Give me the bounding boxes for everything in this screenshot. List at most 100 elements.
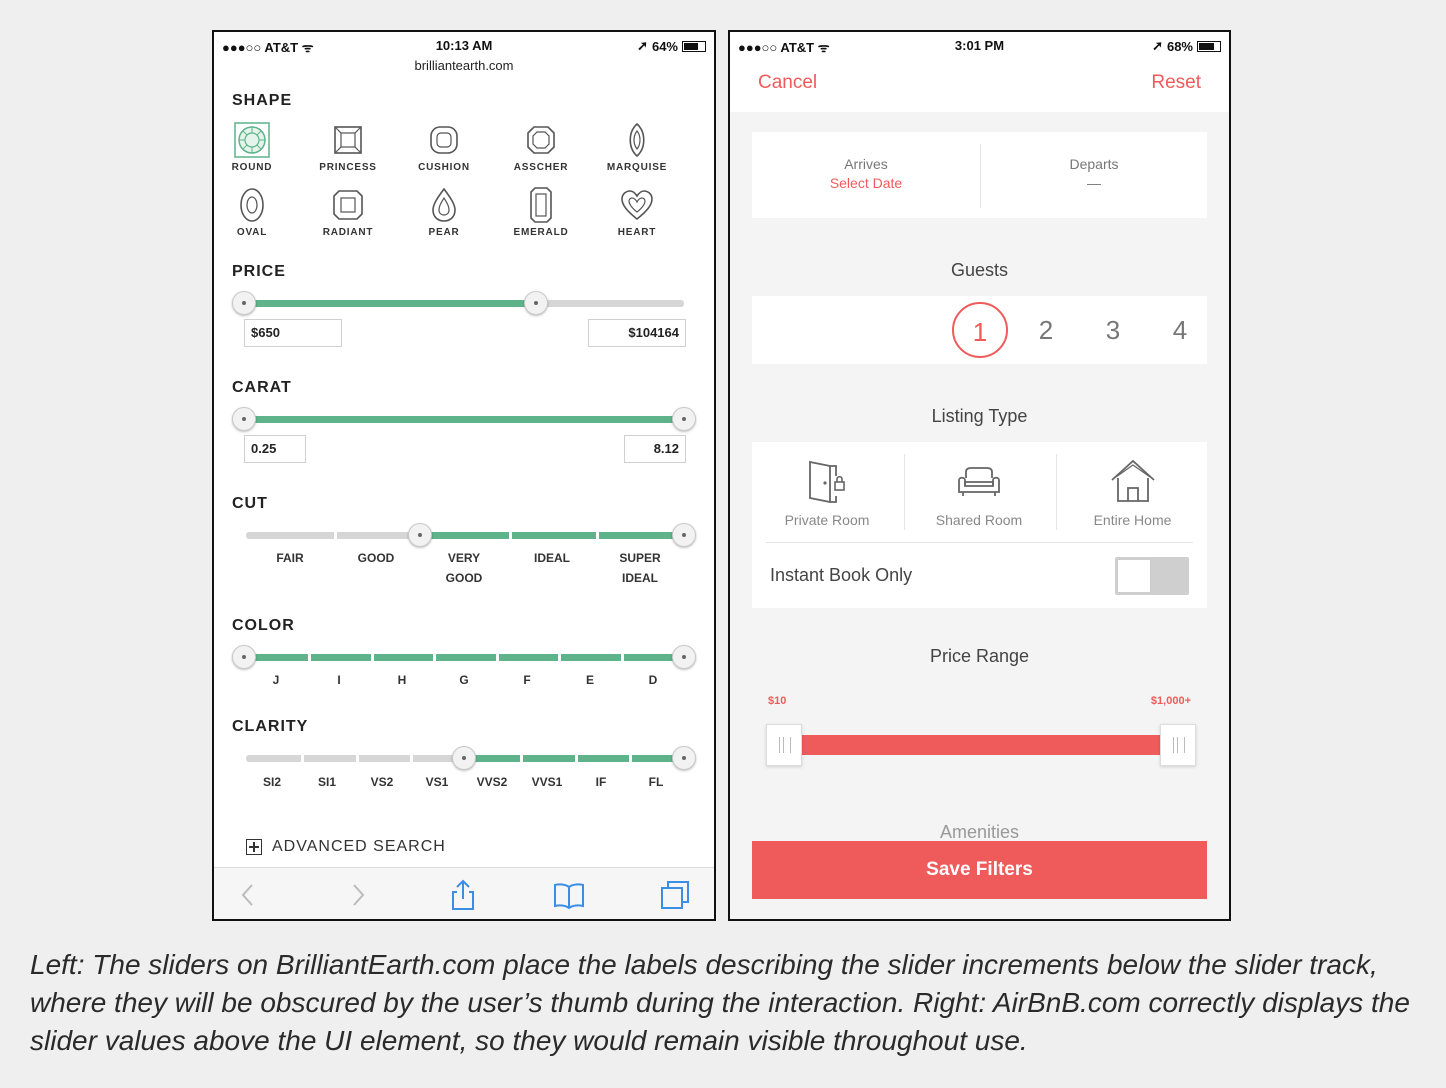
clock: 3:01 PM: [954, 38, 1005, 53]
radiant-diamond-icon: [333, 190, 363, 220]
battery-icon: [1197, 40, 1221, 52]
clarity-tick: VS1: [425, 775, 449, 789]
listing-entire-home[interactable]: Entire Home: [1056, 442, 1209, 528]
advanced-search-toggle[interactable]: ADVANCED SEARCH: [246, 838, 446, 856]
departs-field[interactable]: Departs —: [981, 156, 1207, 191]
shape-round[interactable]: ROUND: [214, 122, 292, 173]
shape-heart[interactable]: HEART: [597, 187, 677, 238]
price-slider-track[interactable]: [246, 300, 684, 307]
marquise-diamond-icon: [629, 122, 645, 158]
shape-pear[interactable]: PEAR: [404, 187, 484, 238]
shape-asscher[interactable]: ASSCHER: [501, 122, 581, 173]
price-range-min: $10: [768, 695, 787, 707]
princess-diamond-icon: [334, 126, 362, 154]
clarity-max-handle[interactable]: [672, 746, 696, 770]
cut-max-handle[interactable]: [672, 523, 696, 547]
shape-marquise[interactable]: MARQUISE: [597, 122, 677, 173]
clarity-tick: VVS1: [531, 775, 563, 789]
guest-option-3[interactable]: 3: [1085, 302, 1141, 358]
advanced-search-label: ADVANCED SEARCH: [272, 838, 446, 855]
guest-option-4[interactable]: 4: [1152, 302, 1208, 358]
price-range-min-handle[interactable]: [766, 724, 802, 766]
shape-label: PEAR: [428, 227, 460, 238]
shape-label: HEART: [617, 227, 657, 238]
clarity-tick: SI1: [317, 775, 336, 789]
share-icon[interactable]: [446, 878, 480, 912]
color-tick: F: [523, 673, 531, 687]
clarity-tick: SI2: [262, 775, 281, 789]
color-tick: G: [459, 673, 469, 687]
shape-title: SHAPE: [232, 92, 293, 109]
sofa-icon: [958, 467, 1000, 496]
shape-emerald[interactable]: EMERALD: [501, 187, 581, 238]
cut-min-handle[interactable]: [408, 523, 432, 547]
color-slider-fill: [246, 654, 684, 661]
cut-tick: GOOD: [357, 551, 395, 565]
price-range-track[interactable]: [790, 735, 1162, 755]
cancel-button[interactable]: Cancel: [758, 72, 817, 94]
price-title: PRICE: [232, 263, 286, 280]
listing-shared-room[interactable]: Shared Room: [904, 442, 1054, 528]
price-range-max-handle[interactable]: [1160, 724, 1196, 766]
departs-value: —: [1087, 175, 1101, 191]
arrives-field[interactable]: Arrives Select Date: [752, 156, 980, 191]
tabs-icon[interactable]: [658, 878, 692, 912]
price-max-input[interactable]: $104164: [588, 319, 686, 347]
carat-max-input[interactable]: 8.12: [624, 435, 686, 463]
arrives-label: Arrives: [844, 156, 888, 172]
carat-max-handle[interactable]: [672, 407, 696, 431]
back-icon[interactable]: [232, 878, 266, 912]
shape-princess[interactable]: PRINCESS: [308, 122, 388, 173]
round-diamond-icon: [234, 122, 270, 158]
listing-type-label: Entire Home: [1093, 512, 1172, 528]
battery-percent: 64%: [651, 38, 678, 54]
pear-diamond-icon: [432, 187, 456, 222]
address-bar[interactable]: brilliantearth.com: [214, 58, 714, 73]
guest-option-2[interactable]: 2: [1018, 302, 1074, 358]
color-min-handle[interactable]: [232, 645, 256, 669]
guests-card: 1 2 3 4: [752, 296, 1207, 364]
amenities-title: Amenities: [939, 822, 1020, 840]
color-tick: E: [585, 673, 594, 687]
forward-icon[interactable]: [340, 878, 374, 912]
cushion-diamond-icon: [430, 126, 458, 154]
clarity-tick: VVS2: [476, 775, 508, 789]
bookmarks-icon[interactable]: [552, 878, 586, 912]
clarity-min-handle[interactable]: [452, 746, 476, 770]
cut-tick: SUPER IDEAL: [619, 551, 661, 585]
emerald-diamond-icon: [530, 187, 552, 223]
carat-min-input[interactable]: 0.25: [244, 435, 306, 463]
reset-button[interactable]: Reset: [1151, 72, 1201, 94]
cut-slider-track[interactable]: [246, 532, 684, 539]
shape-radiant[interactable]: RADIANT: [308, 187, 388, 238]
carat-slider-track[interactable]: [246, 416, 684, 423]
browser-toolbar: [214, 867, 714, 919]
instant-book-toggle[interactable]: [1115, 557, 1189, 595]
clock: 10:13 AM: [435, 38, 493, 53]
plus-icon: [246, 839, 262, 855]
shape-label: EMERALD: [513, 227, 569, 238]
price-min-handle[interactable]: [232, 291, 256, 315]
guests-title: Guests: [950, 260, 1009, 280]
price-min-input[interactable]: $650: [244, 319, 342, 347]
price-range-max: $1,000+: [1150, 695, 1191, 707]
color-tick: D: [648, 673, 658, 687]
clarity-tick: VS2: [370, 775, 394, 789]
clarity-tick: FL: [648, 775, 664, 789]
color-slider-track[interactable]: [246, 654, 684, 661]
shape-cushion[interactable]: CUSHION: [404, 122, 484, 173]
listing-private-room[interactable]: Private Room: [752, 442, 902, 528]
color-tick: I: [337, 673, 341, 687]
carat-min-handle[interactable]: [232, 407, 256, 431]
guest-option-1[interactable]: 1: [952, 302, 1008, 358]
shape-oval[interactable]: OVAL: [214, 187, 292, 238]
save-filters-button[interactable]: Save Filters: [752, 841, 1207, 899]
price-max-handle[interactable]: [524, 291, 548, 315]
shape-label: ASSCHER: [513, 162, 569, 173]
house-icon: [1110, 459, 1155, 502]
clarity-title: CLARITY: [232, 718, 309, 735]
color-max-handle[interactable]: [672, 645, 696, 669]
shape-label: OVAL: [236, 227, 268, 238]
carat-slider-fill: [246, 416, 684, 423]
color-tick: J: [272, 673, 280, 687]
